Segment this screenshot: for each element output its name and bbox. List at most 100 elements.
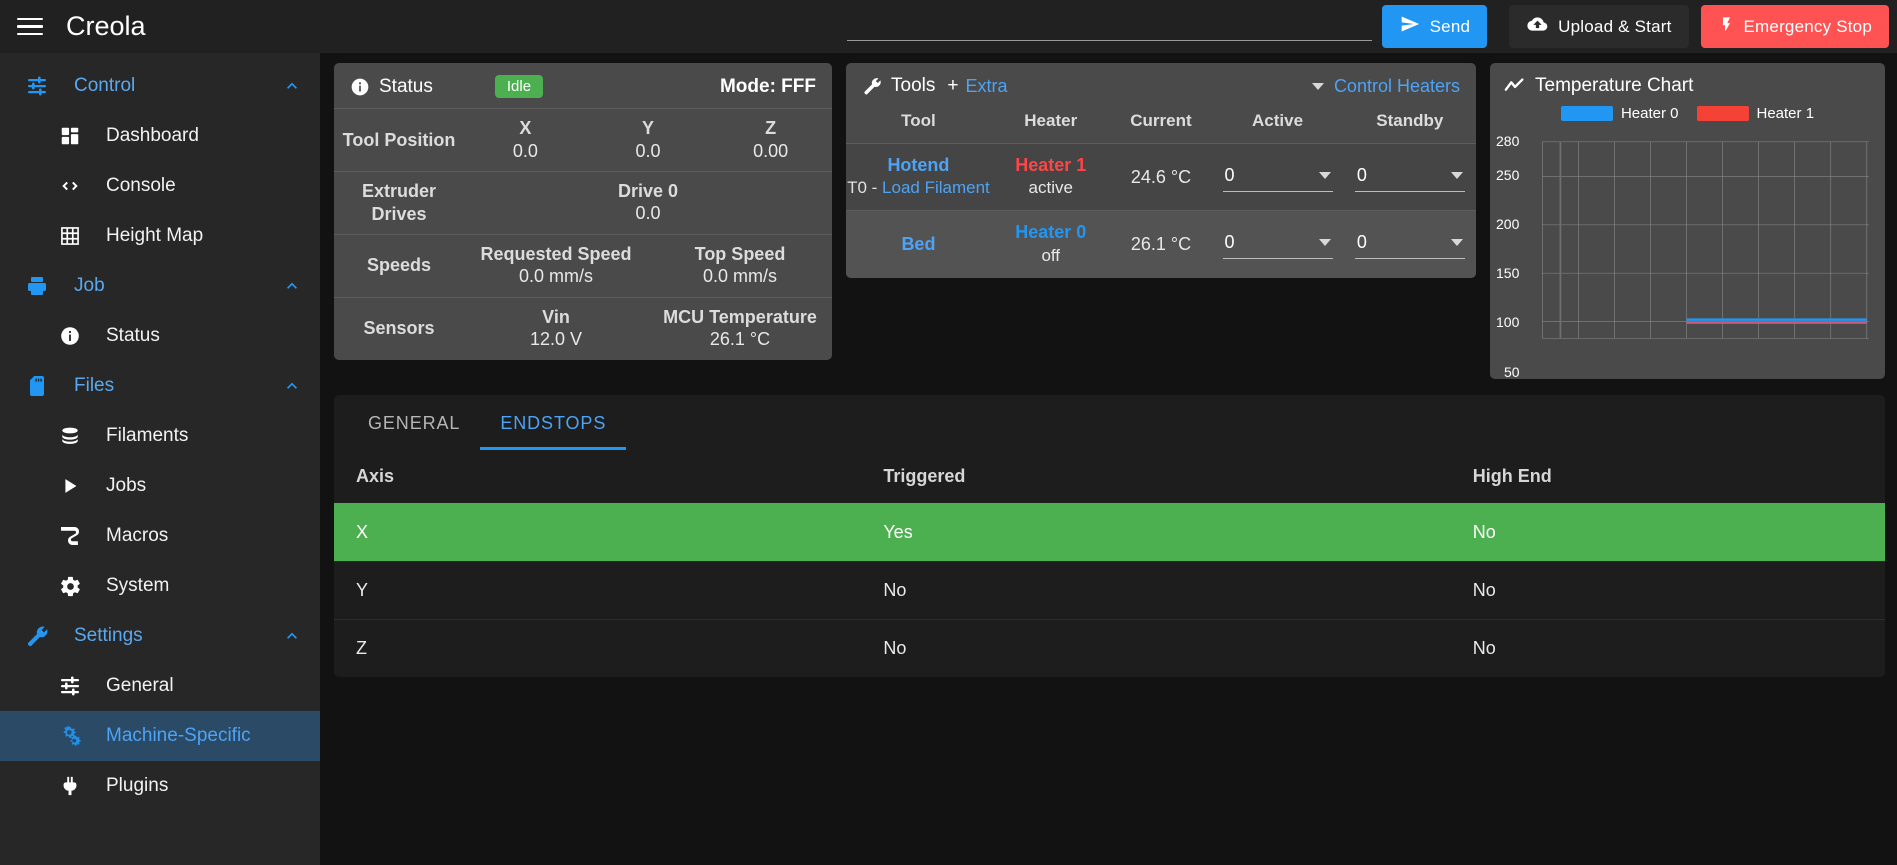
info-circle-icon [350, 77, 370, 97]
endstops-header-row: Axis Triggered High End [334, 450, 1885, 504]
active-temp-select[interactable]: 0 [1222, 163, 1333, 192]
standby-temp-cell: 0 [1344, 144, 1476, 211]
status-card-header: Status Idle Mode: FFF [334, 63, 832, 108]
cell-value: 26.1 °C [709, 329, 771, 350]
macro-icon [56, 524, 84, 548]
endstops-table-body: X Yes No Y No No Z No No [334, 503, 1885, 677]
gcode-input[interactable] [846, 15, 1372, 41]
col-tool: Tool [901, 111, 936, 130]
machine-mode: Mode: FFF [719, 75, 816, 97]
heater-state: active [1028, 178, 1073, 198]
chevron-up-icon [282, 76, 302, 96]
sidebar-item-height-map[interactable]: Height Map [0, 211, 320, 261]
row-label: Sensors [334, 317, 464, 340]
dashboard-icon [56, 125, 84, 147]
sidebar-item-plugins[interactable]: Plugins [0, 761, 320, 811]
chart-legend: Heater 0 Heater 1 [1490, 101, 1885, 126]
wrench-icon [22, 624, 52, 648]
legend-label: Heater 0 [1620, 105, 1679, 122]
tab-general[interactable]: GENERAL [348, 395, 480, 450]
sidebar-group-job[interactable]: Job [0, 261, 320, 311]
status-cell-mcu-temp: MCU Temperature 26.1 °C [648, 306, 832, 352]
sidebar-group-control[interactable]: Control [0, 61, 320, 111]
plug-icon [56, 775, 84, 797]
add-tool-button[interactable]: + [947, 75, 958, 97]
legend-item-heater0[interactable]: Heater 0 [1560, 105, 1679, 122]
cogs-icon [56, 724, 84, 748]
chevron-down-icon [1318, 238, 1331, 246]
info-circle-icon [56, 325, 84, 347]
printer-icon [22, 274, 52, 298]
cell-key: Vin [542, 306, 570, 327]
hamburger-menu-button[interactable] [0, 0, 60, 53]
chevron-down-icon [1450, 238, 1463, 246]
legend-swatch [1696, 106, 1749, 121]
load-filament-link[interactable]: Load Filament [882, 178, 990, 197]
sidebar-group-label: Files [74, 375, 115, 396]
active-temp-value: 0 [1224, 164, 1235, 185]
status-row-extruder-drives: Extruder Drives Drive 0 0.0 [334, 170, 832, 234]
chevron-down-icon [1311, 82, 1324, 90]
cell-value: 0.0 [635, 203, 661, 224]
control-heaters-link[interactable]: Control Heaters [1334, 76, 1460, 97]
cell-key: Drive 0 [617, 180, 679, 201]
sidebar-item-filaments[interactable]: Filaments [0, 411, 320, 461]
tab-endstops[interactable]: ENDSTOPS [480, 395, 627, 450]
col-active: Active [1252, 111, 1304, 130]
sidebar: Control Dashboard Console Height Map Job… [0, 53, 320, 865]
wrench-icon [862, 76, 882, 96]
status-cell-top-speed: Top Speed 0.0 mm/s [648, 243, 832, 289]
sidebar-item-console[interactable]: Console [0, 161, 320, 211]
sidebar-group-settings[interactable]: Settings [0, 611, 320, 661]
active-temp-value: 0 [1224, 231, 1235, 252]
heater-name-link[interactable]: Heater 1 [991, 154, 1111, 177]
emergency-stop-button[interactable]: Emergency Stop [1700, 5, 1889, 48]
sidebar-item-label: Status [106, 325, 160, 346]
legend-item-heater1[interactable]: Heater 1 [1696, 105, 1814, 122]
tool-name-link[interactable]: Bed [846, 233, 991, 256]
table-row[interactable]: Z No No [334, 619, 1885, 677]
sidebar-item-macros[interactable]: Macros [0, 511, 320, 561]
sidebar-item-status[interactable]: Status [0, 311, 320, 361]
row-label: Extruder Drives [334, 180, 464, 225]
send-button[interactable]: Send [1381, 5, 1488, 48]
cell-value: 0.0 [512, 140, 538, 161]
tools-row-bed: Bed Heater 0 off 26.1 °C 0 0 [846, 210, 1476, 278]
cell-key: MCU Temperature [663, 306, 817, 327]
cell-key: Top Speed [694, 243, 786, 264]
active-temp-select[interactable]: 0 [1222, 230, 1333, 259]
heater-name-link[interactable]: Heater 0 [991, 221, 1111, 244]
sidebar-group-files[interactable]: Files [0, 361, 320, 411]
standby-temp-cell: 0 [1344, 211, 1476, 278]
sidebar-item-jobs[interactable]: Jobs [0, 461, 320, 511]
grid-icon [56, 225, 84, 247]
table-row[interactable]: Y No No [334, 561, 1885, 620]
sidebar-item-label: Plugins [106, 775, 169, 796]
table-row[interactable]: X Yes No [334, 503, 1885, 562]
col-standby: Standby [1376, 111, 1444, 130]
sidebar-item-label: Filaments [106, 425, 189, 446]
status-row-speeds: Speeds Requested Speed 0.0 mm/s Top Spee… [334, 233, 832, 297]
chart-header: Temperature Chart [1490, 63, 1885, 101]
standby-temp-select[interactable]: 0 [1354, 230, 1465, 259]
cell-value: 0.0 [635, 140, 661, 161]
chevron-up-icon [282, 376, 302, 396]
sidebar-item-general[interactable]: General [0, 661, 320, 711]
sidebar-item-machine-specific[interactable]: Machine-Specific [0, 711, 320, 761]
sidebar-item-dashboard[interactable]: Dashboard [0, 111, 320, 161]
cell-high-end: No [1450, 503, 1885, 562]
upload-and-start-button[interactable]: Upload & Start [1509, 5, 1689, 48]
control-heaters-wrap[interactable]: Control Heaters [1311, 76, 1460, 97]
app-title: Creola [66, 11, 146, 41]
col-current: Current [1130, 111, 1192, 130]
sidebar-item-system[interactable]: System [0, 561, 320, 611]
line-chart-icon [1504, 77, 1526, 95]
tools-table: Tool Heater Current Active Standby Hoten… [846, 107, 1476, 278]
tool-name-link[interactable]: Hotend [846, 154, 991, 177]
chart-plot-area[interactable]: 280 250 200 150 100 50 0 18:22 18:23 18:… [1490, 126, 1885, 379]
standby-temp-select[interactable]: 0 [1354, 163, 1465, 192]
extra-link[interactable]: Extra [965, 76, 1007, 97]
row-label-text: Extruder Drives [361, 181, 437, 224]
status-row-tool-position: Tool Position X 0.0 Y 0.0 Z 0.00 [334, 108, 832, 171]
play-icon [56, 475, 84, 497]
